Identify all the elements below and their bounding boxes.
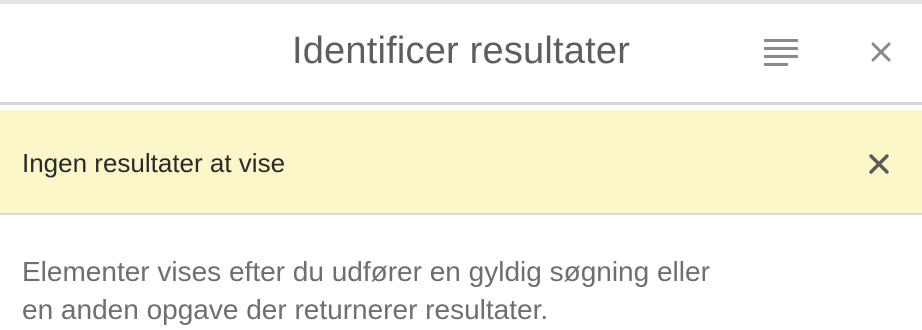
close-icon: [871, 42, 891, 62]
menu-lines-icon[interactable]: [764, 37, 800, 67]
menu-lines-svg: [764, 39, 798, 66]
dismiss-alert-button[interactable]: [866, 151, 892, 177]
panel-header: Identificer resultater: [0, 4, 922, 105]
info-line-1: Elementer vises efter du udfører en gyld…: [22, 256, 710, 287]
alert-message: Ingen resultater at vise: [22, 148, 286, 178]
info-line-2: en anden opgave der returnerer resultate…: [22, 294, 549, 325]
close-panel-button[interactable]: [868, 39, 894, 65]
identify-results-panel: Identificer resultater Ingen resultater …: [0, 0, 922, 330]
close-icon: [869, 154, 889, 174]
info-text: Elementer vises efter du udfører en gyld…: [22, 253, 902, 329]
no-results-alert: Ingen resultater at vise: [0, 110, 922, 215]
